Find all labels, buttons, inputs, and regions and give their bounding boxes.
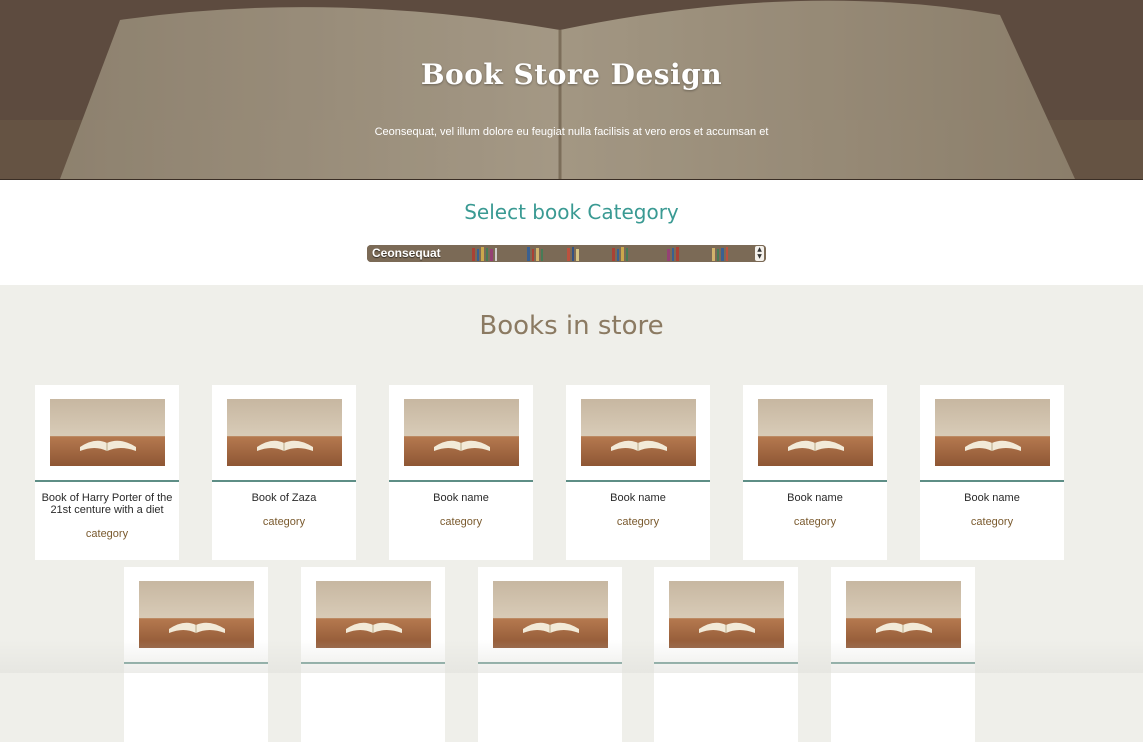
open-book-image [227, 399, 342, 466]
category-select-value: Ceonsequat [372, 246, 441, 260]
book-card[interactable] [124, 567, 268, 742]
open-book-image [316, 581, 431, 648]
book-card[interactable]: Book of Harry Porter of the 21st centure… [35, 385, 179, 560]
book-category: category [970, 516, 1014, 528]
book-name: Book name [787, 492, 843, 504]
book-name: Book of Harry Porter of the 21st centure… [41, 492, 173, 516]
books-in-store-heading: Books in store [479, 311, 664, 341]
card-divider [654, 662, 798, 664]
card-divider [920, 480, 1064, 482]
card-divider [301, 662, 445, 664]
book-category: category [85, 528, 129, 540]
book-card[interactable] [478, 567, 622, 742]
category-selector-section: Select book Category Ceonsequat ▲ ▼ [0, 180, 1143, 285]
open-book-image [758, 399, 873, 466]
book-card[interactable] [831, 567, 975, 742]
card-divider [124, 662, 268, 664]
book-name: Book name [610, 492, 666, 504]
card-divider [566, 480, 710, 482]
open-book-image [404, 399, 519, 466]
updown-arrows-icon: ▲ ▼ [755, 246, 764, 261]
book-card[interactable]: Book name category [920, 385, 1064, 560]
open-book-image [139, 581, 254, 648]
book-category: category [793, 516, 837, 528]
book-card[interactable]: Book name category [566, 385, 710, 560]
category-selector-heading: Select book Category [464, 200, 679, 224]
card-divider [478, 662, 622, 664]
hero-title: Book Store Design [420, 58, 723, 91]
open-book-image [935, 399, 1050, 466]
book-category: category [262, 516, 306, 528]
book-card[interactable]: Book name category [389, 385, 533, 560]
open-book-image [581, 399, 696, 466]
book-name: Book of Zaza [251, 492, 317, 504]
card-divider [831, 662, 975, 664]
card-divider [35, 480, 179, 482]
book-card[interactable]: Book of Zaza category [212, 385, 356, 560]
book-card[interactable] [654, 567, 798, 742]
book-category: category [616, 516, 660, 528]
card-divider [743, 480, 887, 482]
book-card[interactable] [301, 567, 445, 742]
book-card[interactable]: Book name category [743, 385, 887, 560]
open-book-image [493, 581, 608, 648]
book-category: category [439, 516, 483, 528]
open-book-image [846, 581, 961, 648]
card-divider [389, 480, 533, 482]
category-select[interactable]: Ceonsequat ▲ ▼ [367, 245, 766, 262]
book-name: Book name [433, 492, 489, 504]
hero-subtitle: Ceonsequat, vel illum dolore eu feugiat … [374, 126, 769, 138]
hero-banner: Book Store Design Ceonsequat, vel illum … [0, 0, 1143, 180]
open-book-image [50, 399, 165, 466]
card-divider [212, 480, 356, 482]
book-name: Book name [964, 492, 1020, 504]
open-book-image [669, 581, 784, 648]
